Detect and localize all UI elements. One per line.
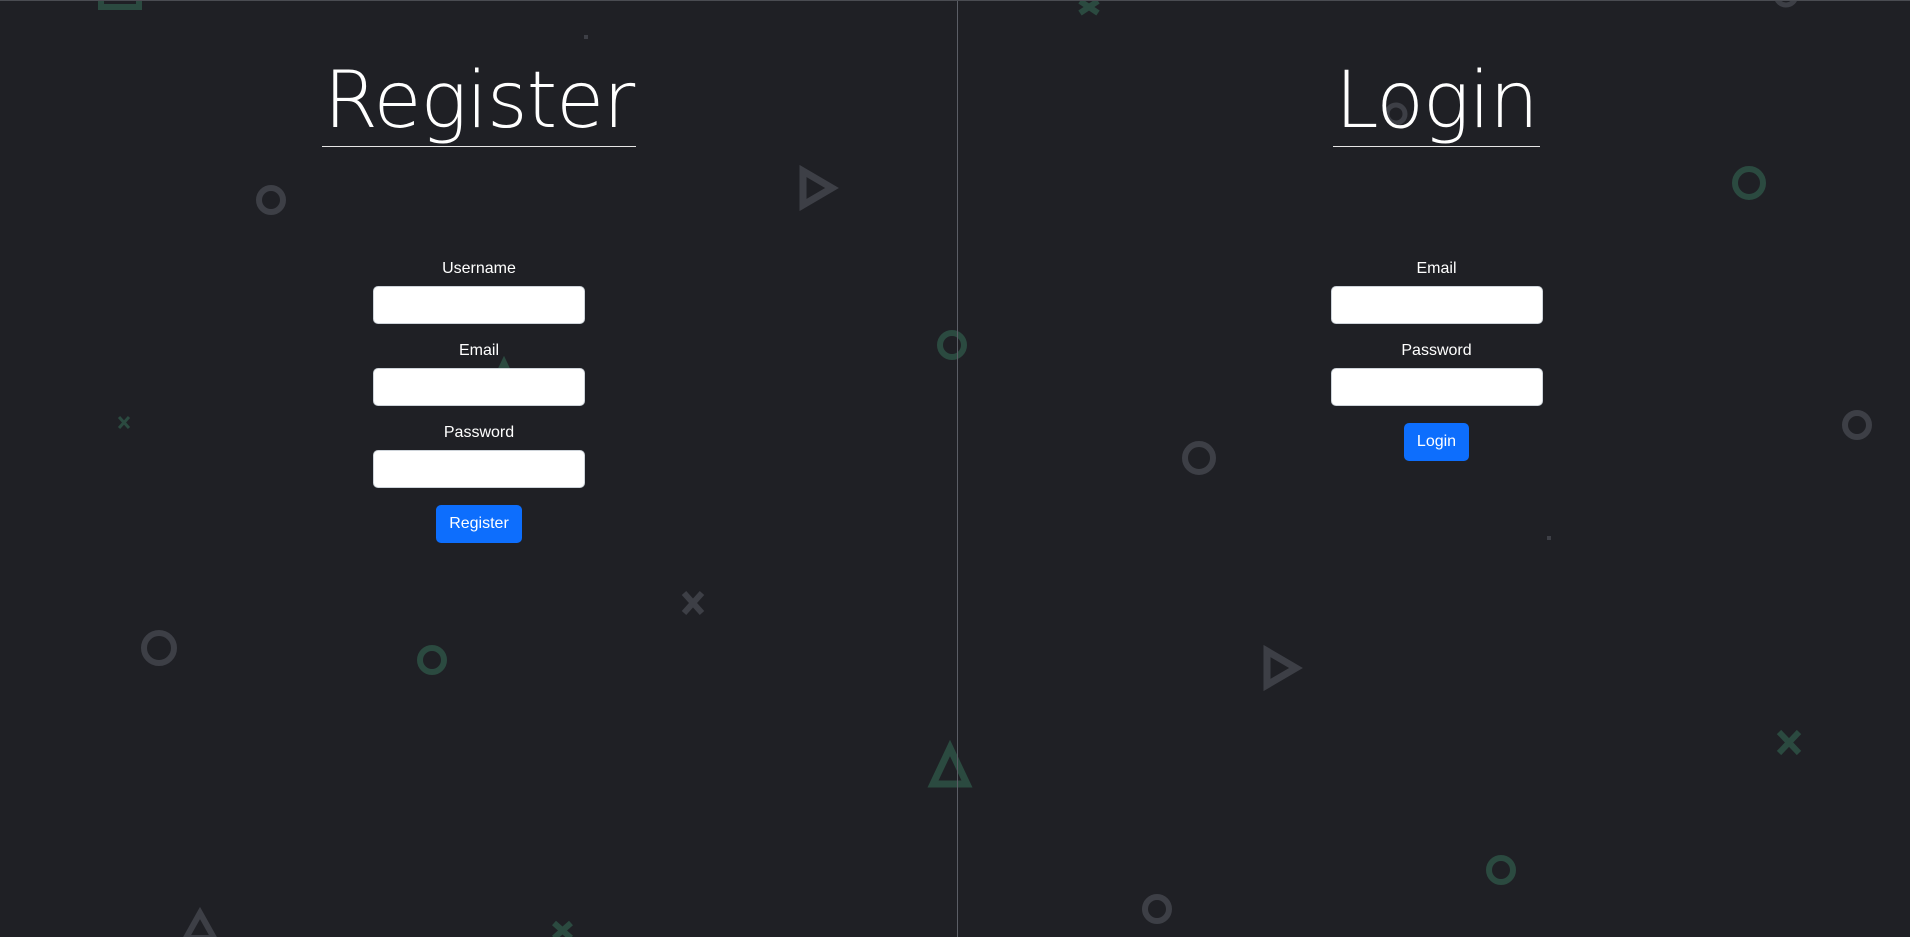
register-button[interactable]: Register [436, 505, 522, 544]
register-title: Register [321, 56, 637, 147]
password-label: Password [1401, 342, 1472, 360]
password-label: Password [443, 424, 515, 442]
login-button[interactable]: Login [1403, 423, 1470, 462]
register-form: Username Email Password Register [373, 259, 585, 544]
login-panel: Login Email Password Login [958, 1, 1910, 937]
register-username-field[interactable] [373, 286, 585, 325]
login-password-field[interactable] [1330, 368, 1543, 407]
register-panel: Register Username Email Password Registe… [0, 1, 957, 937]
login-title: Login [1333, 56, 1540, 147]
username-label: Username [442, 260, 516, 278]
register-password-field[interactable] [373, 450, 585, 489]
register-email-field[interactable] [373, 368, 585, 407]
auth-page: Register Username Email Password Registe… [0, 0, 1910, 937]
login-form: Email Password Login [1330, 259, 1543, 462]
email-label: Email [458, 342, 499, 360]
login-email-field[interactable] [1330, 286, 1543, 325]
email-label: Email [1416, 260, 1457, 278]
